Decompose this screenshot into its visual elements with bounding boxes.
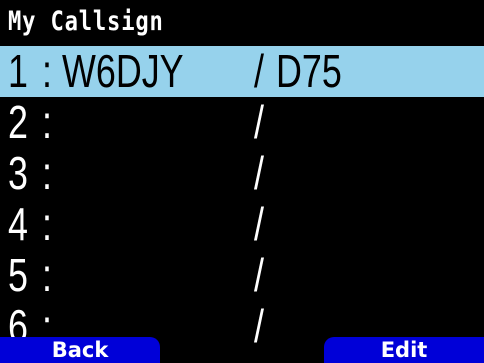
callsign-row-5[interactable]: 5 : / xyxy=(0,250,484,301)
row-colon: : xyxy=(42,45,52,97)
callsign-list: 1 : W6DJY / D75 2 : / 3 : / 4 : / 5: / … xyxy=(0,46,484,352)
softkey-bar: Back Edit xyxy=(0,337,484,363)
suffix-separator: / xyxy=(254,249,264,301)
row-number: 2 xyxy=(8,96,28,148)
callsign-value: W6DJY xyxy=(62,45,184,97)
page-title: My Callsign xyxy=(8,6,164,37)
suffix-separator: / xyxy=(254,147,264,199)
row-colon: : xyxy=(42,96,52,148)
row-colon: : xyxy=(42,198,52,250)
row-number: 4 xyxy=(8,198,28,250)
suffix-separator: / xyxy=(254,198,264,250)
callsign-row-2[interactable]: 2 : / xyxy=(0,97,484,148)
callsign-row-4[interactable]: 4 : / xyxy=(0,199,484,250)
row-number: 1 xyxy=(8,45,28,97)
callsign-row-1[interactable]: 1 : W6DJY / D75 xyxy=(0,46,484,97)
suffix-separator: / xyxy=(254,45,264,97)
row-colon: : xyxy=(42,249,52,301)
row-number: 3 xyxy=(8,147,28,199)
radio-display: My Callsign 1 : W6DJY / D75 2 : / 3 : / … xyxy=(0,0,484,363)
suffix-value: D75 xyxy=(276,45,342,97)
suffix-separator: / xyxy=(254,96,264,148)
callsign-row-3[interactable]: 3 : / xyxy=(0,148,484,199)
back-button[interactable]: Back xyxy=(0,337,160,363)
edit-button[interactable]: Edit xyxy=(324,337,484,363)
row-number: 5 xyxy=(8,249,28,301)
row-colon: : xyxy=(42,147,52,199)
